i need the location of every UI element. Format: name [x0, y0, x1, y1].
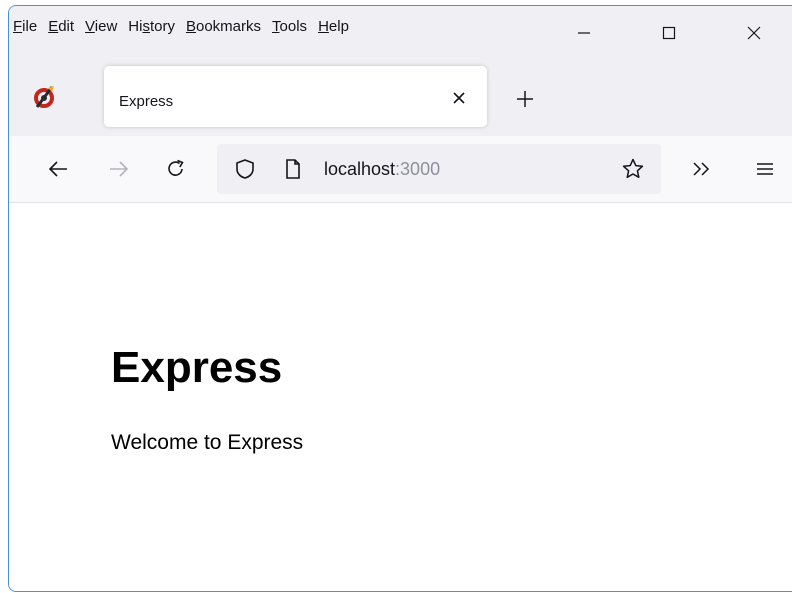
window-controls — [541, 6, 792, 60]
forward-button[interactable] — [104, 154, 134, 184]
menu-tools[interactable]: Tools — [272, 18, 307, 35]
menu-file[interactable]: File — [13, 18, 37, 35]
hamburger-menu-icon — [757, 163, 773, 175]
arrow-left-icon — [48, 161, 67, 177]
tab-express[interactable]: Express — [104, 66, 487, 127]
maximize-icon — [662, 26, 675, 40]
menu-edit[interactable]: Edit — [48, 18, 74, 35]
arrow-right-icon — [110, 161, 129, 177]
menu-history[interactable]: History — [128, 18, 175, 35]
close-window-button[interactable] — [711, 6, 792, 60]
menu-help[interactable]: Help — [318, 18, 349, 35]
chevron-double-right-icon — [693, 162, 710, 176]
page-icon[interactable] — [281, 157, 305, 181]
overflow-button[interactable] — [687, 154, 717, 184]
plus-icon — [517, 91, 533, 107]
page-heading: Express — [111, 343, 283, 392]
menu-bookmarks[interactable]: Bookmarks — [186, 18, 261, 35]
url-bar[interactable]: localhost:3000 — [217, 144, 661, 194]
menu-bar: File Edit View History Bookmarks Tools H… — [9, 6, 360, 46]
close-icon — [747, 26, 760, 40]
url-host: localhost — [324, 159, 396, 179]
minimize-button[interactable] — [541, 6, 626, 60]
tab-close-button[interactable] — [447, 86, 471, 110]
url-text[interactable]: localhost:3000 — [324, 159, 440, 180]
tab-title: Express — [119, 93, 174, 110]
firefox-nightly-icon — [31, 83, 59, 111]
navigation-toolbar: localhost:3000 — [9, 136, 792, 203]
app-menu-button[interactable] — [750, 154, 780, 184]
close-icon — [453, 92, 465, 104]
shield-icon[interactable] — [233, 157, 257, 181]
page-content: Express Welcome to Express — [9, 203, 792, 591]
browser-window: File Edit View History Bookmarks Tools H… — [8, 5, 792, 592]
new-tab-button[interactable] — [509, 83, 541, 115]
reload-button[interactable] — [161, 154, 191, 184]
welcome-text: Welcome to Express — [111, 431, 304, 454]
star-icon[interactable] — [621, 157, 645, 181]
menu-view[interactable]: View — [85, 18, 117, 35]
minimize-icon — [577, 32, 590, 34]
title-bar: File Edit View History Bookmarks Tools H… — [9, 6, 792, 136]
maximize-button[interactable] — [626, 6, 711, 60]
back-button[interactable] — [43, 154, 73, 184]
reload-icon — [168, 159, 184, 176]
url-port: :3000 — [395, 159, 441, 179]
